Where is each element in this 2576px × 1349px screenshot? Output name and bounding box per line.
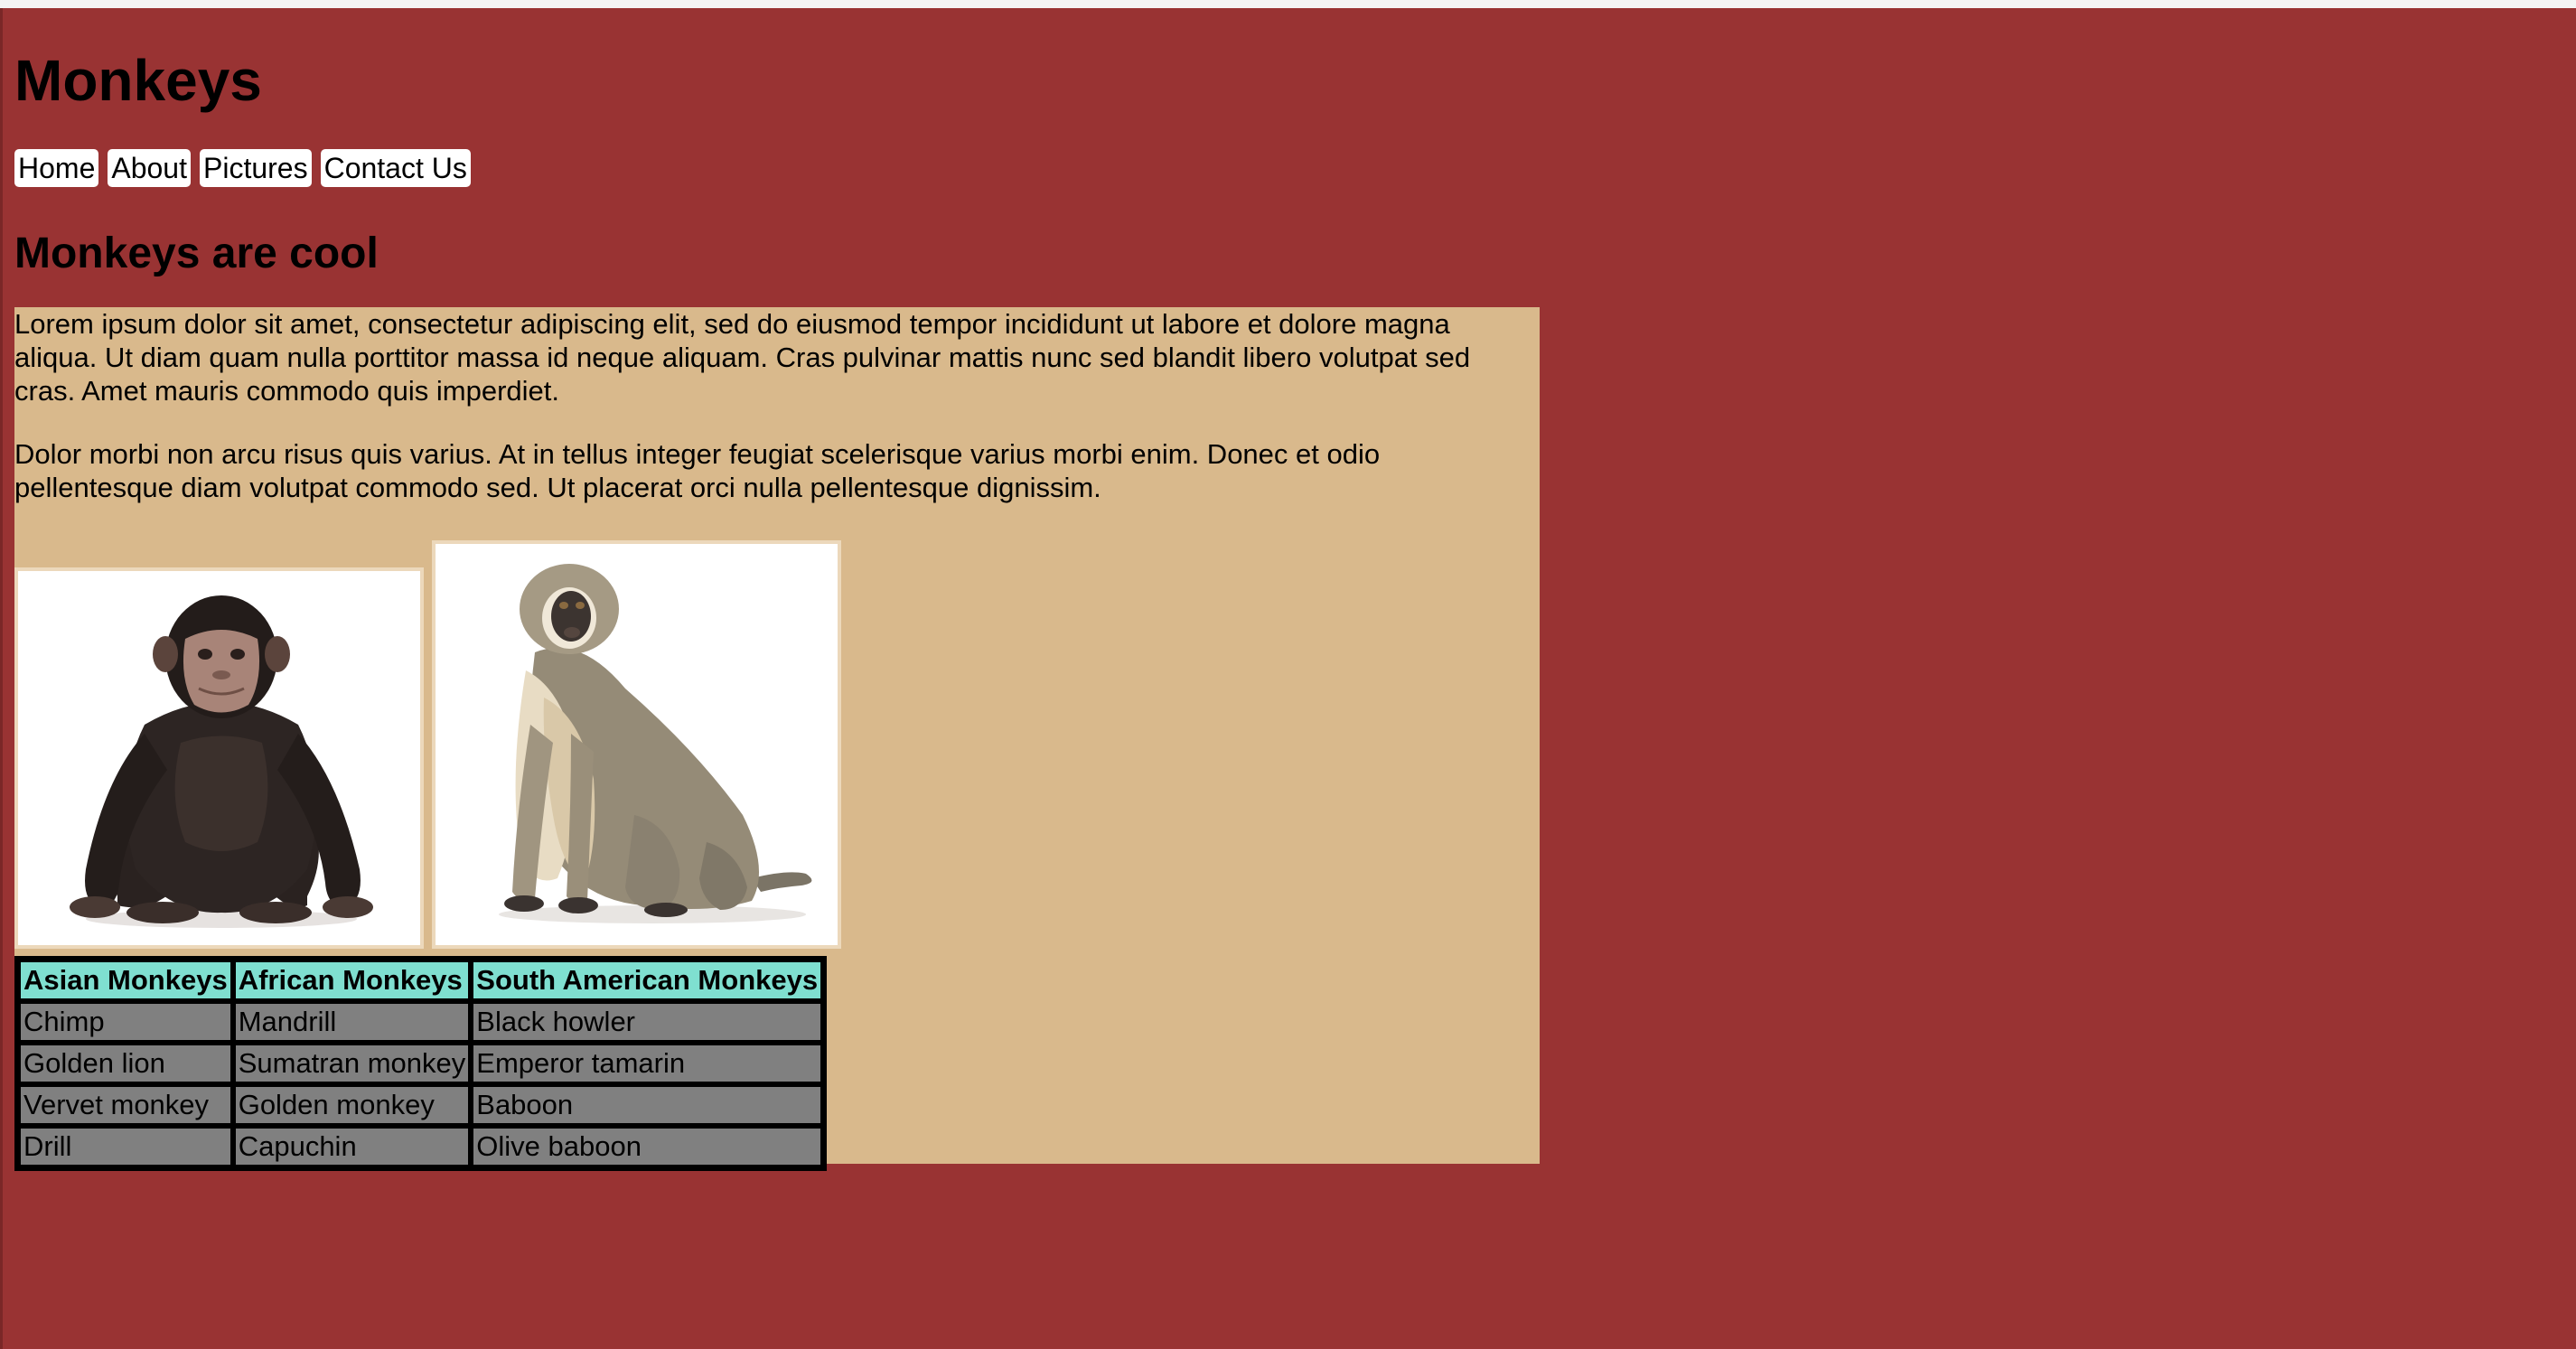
table-cell: Mandrill (232, 1001, 472, 1043)
col-header-african: African Monkeys (232, 960, 472, 1001)
table-cell: Baboon (471, 1084, 824, 1126)
content-section: Lorem ipsum dolor sit amet, consectetur … (14, 307, 1540, 1171)
table-row: Vervet monkey Golden monkey Baboon (18, 1084, 824, 1126)
page-title: Monkeys (14, 48, 262, 113)
table-cell: Golden lion (18, 1043, 233, 1084)
main-nav: Home About Pictures Contact Us (14, 149, 471, 187)
vervet-monkey-photo (432, 540, 841, 949)
nav-about-link[interactable]: About (108, 149, 191, 187)
table-row: Chimp Mandrill Black howler (18, 1001, 824, 1043)
vervet-monkey-image (436, 544, 838, 945)
second-paragraph: Dolor morbi non arcu risus quis varius. … (14, 438, 1381, 503)
table-header-row: Asian Monkeys African Monkeys South Amer… (18, 960, 824, 1001)
table-row: Drill Capuchin Olive baboon (18, 1126, 824, 1167)
nav-pictures-link[interactable]: Pictures (199, 149, 312, 187)
section-heading: Monkeys are cool (14, 230, 379, 277)
table-cell: Olive baboon (471, 1126, 824, 1167)
table-cell: Sumatran monkey (232, 1043, 472, 1084)
table-cell: Vervet monkey (18, 1084, 233, 1126)
chimpanzee-photo (14, 567, 424, 949)
pictures-row (14, 540, 846, 949)
table-cell: Capuchin (232, 1126, 472, 1167)
table-cell: Golden monkey (232, 1084, 472, 1126)
table-cell: Emperor tamarin (471, 1043, 824, 1084)
window-left-edge (0, 8, 3, 1349)
intro-paragraph: Lorem ipsum dolor sit amet, consectetur … (14, 308, 1471, 407)
monkeys-table: Asian Monkeys African Monkeys South Amer… (14, 956, 828, 1171)
table-cell: Chimp (18, 1001, 233, 1043)
table-cell: Black howler (471, 1001, 824, 1043)
col-header-south-american: South American Monkeys (471, 960, 824, 1001)
nav-home-link[interactable]: Home (14, 149, 99, 187)
chimpanzee-image (18, 571, 420, 945)
table-row: Golden lion Sumatran monkey Emperor tama… (18, 1043, 824, 1084)
browser-top-edge (0, 0, 2576, 8)
nav-contact-link[interactable]: Contact Us (320, 149, 471, 187)
col-header-asian: Asian Monkeys (18, 960, 233, 1001)
table-cell: Drill (18, 1126, 233, 1167)
